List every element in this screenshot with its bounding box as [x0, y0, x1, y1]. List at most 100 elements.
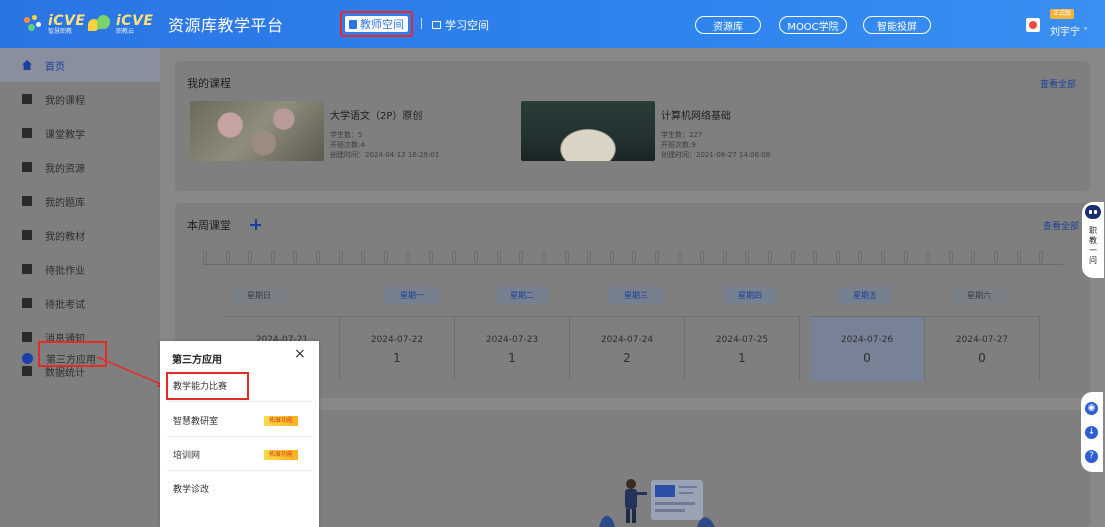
binding-ring — [677, 251, 682, 263]
tab-study-label: 学习空间 — [445, 19, 489, 32]
binding-ring — [994, 251, 998, 263]
binding-ring — [338, 251, 343, 263]
course-card[interactable]: 计算机网络基础 学生数：227 开班次数:9 创建时间：2021-08-27 1… — [521, 101, 821, 161]
day-cell-friday[interactable]: 2024-07-26 0 — [810, 316, 925, 381]
sidebar-item-textbooks[interactable]: 我的教材 — [0, 218, 160, 252]
sidebar-item-label: 待批作业 — [45, 265, 85, 277]
home-icon — [22, 60, 32, 70]
mooc-college-button[interactable]: MOOC学院 — [779, 16, 847, 34]
tab-teacher-space[interactable]: 教师空间 — [340, 11, 413, 37]
course-name: 计算机网络基础 — [661, 111, 731, 122]
binding-ring — [813, 251, 818, 263]
user-menu[interactable]: 刘宇宁 ˅ — [1050, 23, 1088, 38]
day-cell-thursday[interactable]: 2024-07-25 1 — [685, 316, 800, 381]
binding-ring — [519, 251, 524, 263]
platform-title: 资源库教学平台 — [168, 16, 284, 35]
resource-library-button[interactable]: 资源库 — [695, 16, 761, 34]
empty-state-illustration — [599, 479, 715, 527]
icve-logo-mark — [22, 13, 44, 35]
course-icon — [22, 94, 32, 104]
sidebar-item-my-resources[interactable]: 我的资源 — [0, 150, 160, 184]
binding-ring — [383, 251, 388, 263]
binding-ring — [496, 251, 501, 263]
course-cover-image — [190, 101, 324, 161]
binding-ring — [248, 251, 253, 263]
third-party-apps-popup: 第三方应用 × 教学能力比赛 智慧教研室 拓展功能 培训网 拓展功能 教学诊改 — [160, 341, 319, 527]
see-all-week-link[interactable]: 查看全部 — [1043, 219, 1079, 232]
day-class-count: 1 — [393, 351, 401, 365]
logo2-sub: 职教云 — [116, 27, 135, 35]
assistant-float-button[interactable]: 职教一问 — [1082, 202, 1104, 278]
tab-study-space[interactable]: 学习空间 — [432, 17, 489, 33]
sidebar-item-label: 我的教材 — [45, 231, 85, 243]
feedback-icon[interactable]: ◉ — [1085, 402, 1098, 415]
day-cell-saturday[interactable]: 2024-07-27 0 — [925, 316, 1040, 381]
sidebar-item-label: 首页 — [45, 61, 65, 73]
course-sessions: 开班次数:9 — [661, 141, 696, 149]
notification-icon[interactable] — [1026, 18, 1040, 32]
binding-ring — [609, 251, 614, 263]
popup-item-training-net[interactable]: 培训网 拓展功能 — [167, 438, 312, 471]
binding-ring — [926, 251, 931, 263]
teaching-competition-highlight-box — [166, 372, 249, 400]
add-class-plus-icon[interactable] — [250, 219, 261, 230]
popup-title: 第三方应用 — [172, 355, 222, 366]
binding-ring — [971, 251, 976, 263]
logo1-sub: 智慧职教 — [48, 27, 73, 35]
day-cell-monday[interactable]: 2024-07-22 1 — [340, 316, 455, 381]
smart-screen-button[interactable]: 智能投屏 — [863, 16, 931, 34]
binding-ring — [587, 251, 592, 263]
binding-ring — [790, 251, 795, 263]
binding-ring — [225, 251, 230, 263]
download-icon[interactable]: ↓ — [1085, 426, 1098, 439]
sidebar-item-question-bank[interactable]: 我的题库 — [0, 184, 160, 218]
resource-icon — [22, 162, 32, 172]
weekday-thursday: 星期四 — [723, 287, 777, 304]
binding-ring — [270, 251, 275, 263]
sidebar-item-exams[interactable]: 待批考试 — [0, 286, 160, 320]
popup-item-teaching-diagnosis[interactable]: 教学诊改 — [167, 472, 312, 505]
day-cell-tuesday[interactable]: 2024-07-23 1 — [455, 316, 570, 381]
binding-ring — [655, 251, 659, 263]
sidebar-item-home[interactable]: 首页 — [0, 48, 160, 82]
binding-ring — [835, 251, 840, 263]
top-header: iCVE 智慧职教 iCVE 职教云 资源库教学平台 教师空间 学习空间 资源库… — [0, 0, 1105, 48]
sidebar-item-classroom[interactable]: 课堂教学 — [0, 116, 160, 150]
icve-logo[interactable]: iCVE 智慧职教 — [22, 12, 85, 36]
classroom-icon — [22, 128, 32, 138]
annotation-arrow — [96, 356, 167, 387]
binding-ring — [632, 251, 637, 263]
day-date: 2024-07-26 — [840, 335, 894, 345]
sidebar-item-my-courses[interactable]: 我的课程 — [0, 82, 160, 116]
day-class-count: 0 — [863, 351, 871, 365]
course-card[interactable]: 大学语文（2P）原创 学生数：5 开班次数:4 创建时间：2024-04-12 … — [190, 101, 490, 161]
weekday-sunday: 星期日 — [232, 287, 286, 304]
day-date: 2024-07-27 — [955, 335, 1009, 345]
close-icon[interactable]: × — [294, 347, 306, 361]
logo1-brand: iCVE — [48, 12, 86, 29]
extension-tag: 拓展功能 — [264, 416, 299, 426]
binding-ring — [1016, 251, 1021, 263]
zhijiaoyun-logo[interactable]: iCVE 职教云 — [88, 12, 153, 36]
binding-ring — [564, 251, 569, 263]
see-all-courses-link[interactable]: 查看全部 — [1040, 77, 1076, 90]
help-icon[interactable]: ? — [1085, 450, 1098, 463]
sidebar-item-label: 待批考试 — [45, 299, 85, 311]
course-students: 学生数：5 — [330, 131, 363, 139]
my-courses-card: 我的课程 查看全部 大学语文（2P）原创 学生数：5 开班次数:4 创建时间：2… — [175, 61, 1090, 191]
day-class-count: 2 — [623, 351, 631, 365]
side-toolbar: ◉ ↓ ? — [1081, 392, 1103, 472]
zhijiaoyun-logo-mark — [88, 13, 112, 35]
course-students: 学生数：227 — [661, 131, 703, 139]
day-cell-wednesday[interactable]: 2024-07-24 2 — [570, 316, 685, 381]
sidebar-item-homework[interactable]: 待批作业 — [0, 252, 160, 286]
sidebar-item-label: 我的课程 — [45, 95, 85, 107]
weekday-tuesday: 星期二 — [495, 287, 549, 304]
popup-item-smart-research-room[interactable]: 智慧教研室 拓展功能 — [167, 404, 312, 437]
binding-ring — [429, 251, 433, 263]
day-date: 2024-07-24 — [600, 335, 654, 345]
textbook-icon — [22, 230, 32, 240]
popup-item-label: 智慧教研室 — [173, 416, 219, 427]
binding-ring — [293, 251, 298, 263]
binding-ring — [361, 251, 366, 263]
